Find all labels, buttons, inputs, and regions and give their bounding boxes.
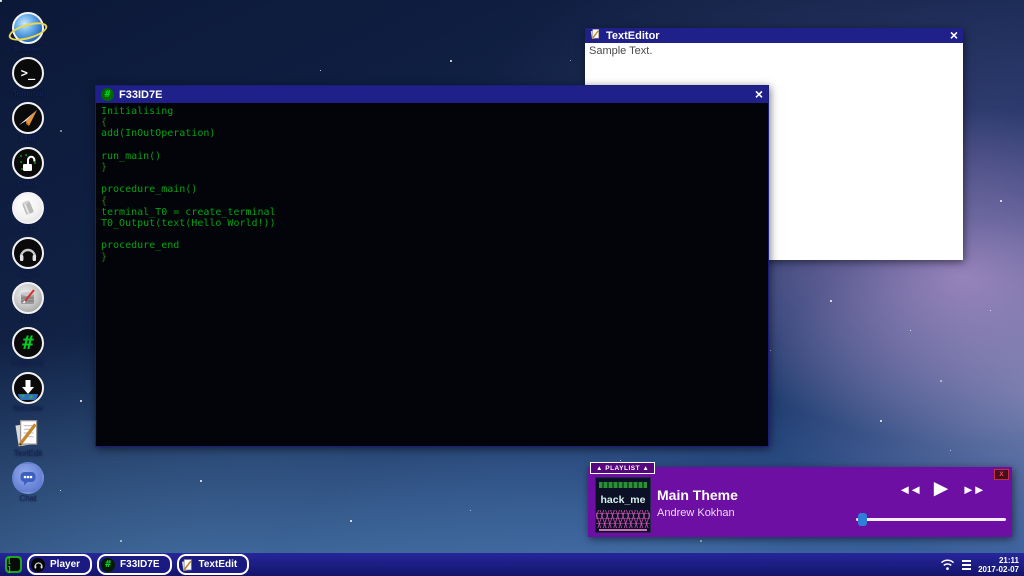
track-info: Main Theme Andrew Kokhan [657,487,738,519]
notepad-icon [181,558,194,572]
taskbar: [ ] Player # F33ID7E TextEdit [0,553,1024,576]
code-line: procedure_end [101,240,763,251]
dock-item-label: Browser [13,44,42,54]
headphones-icon [31,558,45,572]
code-line [101,140,763,151]
dock-item-netview[interactable]: NetView [12,372,44,414]
dock-item-label: NetView [13,404,43,414]
playlist-toggle-button[interactable]: ▲ PLAYLIST ▲ [590,462,655,474]
hash-icon: # [101,558,115,572]
dock-item-crack[interactable]: Crack [12,147,44,189]
track-artist: Andrew Kokhan [657,507,738,519]
dock-item-label: Terminal [13,89,43,99]
clock: 21:11 2017-02-07 [978,556,1019,574]
player-controls: ◄◄ ► ►► [876,477,1006,501]
dock-item-browser[interactable]: Browser [12,12,44,54]
taskbar-button-label: F33ID7E [120,559,159,570]
can-icon [12,192,44,224]
system-tray: 21:11 2017-02-07 [940,556,1019,574]
close-icon[interactable]: × [755,87,763,102]
f33id7e-titlebar[interactable]: # F33ID7E × [96,86,768,103]
player-window: ▲ PLAYLIST ▲ x hack_me Main Theme Andrew… [588,467,1012,537]
play-icon[interactable]: ► [929,477,953,501]
track-title: Main Theme [657,487,738,503]
dock-item-player[interactable]: Player [12,237,44,279]
hash-icon: # [101,88,114,101]
database-syringe-icon [12,282,44,314]
download-globe-icon [12,372,44,404]
code-line: { [101,196,763,207]
code-line: add(InOutOperation) [101,128,763,139]
taskbar-button-f33id7e[interactable]: # F33ID7E [97,554,171,575]
chat-bubble-icon [12,462,44,494]
wifi-icon[interactable] [940,558,955,571]
dock-item-hws[interactable]: HWS [12,282,44,324]
album-art: hack_me [595,477,651,533]
close-icon[interactable]: × [950,28,958,43]
dock-item-f33id7e[interactable]: # F33ID7E [12,327,44,369]
texteditor-titlebar[interactable]: TextEditor × [585,28,963,43]
dock-item-label: Crack [18,179,39,189]
taskbar-button-player[interactable]: Player [27,554,92,575]
taskbar-button-textedit[interactable]: TextEdit [177,554,250,575]
album-art-grid [596,510,650,528]
seek-bar[interactable] [856,518,1006,521]
start-icon: [ ] [7,558,20,571]
album-art-pixel-strip [599,482,647,488]
dock-item-label: TextEdit [14,449,42,459]
album-art-caption-line [599,529,647,531]
dock-item-label: Player [17,269,40,279]
code-line: procedure_main() [101,184,763,195]
window-title: TextEditor [606,30,660,42]
code-line: Initialising [101,106,763,117]
dock-item-label: Chat [20,494,37,504]
code-line: } [101,162,763,173]
dock-item-label: F33ID7E [12,359,44,369]
code-line: } [101,252,763,263]
dock-item-textedit[interactable]: TextEdit [13,417,43,459]
start-button[interactable]: [ ] [5,556,22,573]
seek-thumb[interactable] [858,513,867,526]
code-line [101,229,763,240]
headphones-icon [12,237,44,269]
code-line: { [101,117,763,128]
code-line [101,173,763,184]
dock-item-label: HWS [19,314,38,324]
taskbar-button-label: TextEdit [199,559,238,570]
hash-icon: # [12,327,44,359]
dock-item-mail[interactable]: Mail [12,102,44,144]
globe-icon [12,12,44,44]
dock-item-label: Mail [21,134,36,144]
clock-time: 21:11 [978,556,1019,565]
terminal-icon: >_ [12,57,44,89]
notepad-icon [590,27,601,45]
dock-item-label: CLC [20,224,36,234]
window-title: F33ID7E [119,89,162,101]
code-line: terminal_T0 = create_terminal [101,207,763,218]
notepad-icon [13,417,43,449]
dock-item-terminal[interactable]: >_ Terminal [12,57,44,99]
f33id7e-window: # F33ID7E × Initialising { add(InOutOper… [95,85,769,447]
open-padlock-icon [12,147,44,179]
dock-item-clc[interactable]: CLC [12,192,44,234]
next-track-icon[interactable]: ►► [962,482,984,497]
previous-track-icon[interactable]: ◄◄ [898,482,920,497]
desktop: Browser >_ Terminal Mail Crack [0,0,1024,576]
clock-date: 2017-02-07 [978,565,1019,574]
dock: Browser >_ Terminal Mail Crack [5,12,51,504]
code-line: run_main() [101,151,763,162]
code-editor[interactable]: Initialising { add(InOutOperation) run_m… [96,103,768,266]
taskbar-button-label: Player [50,559,80,570]
paper-plane-icon [12,102,44,134]
menu-icon[interactable] [962,560,971,570]
dock-item-chat[interactable]: Chat [12,462,44,504]
code-line: T0_Output(text(Hello World!)) [101,218,763,229]
album-art-title: hack_me [596,494,650,506]
